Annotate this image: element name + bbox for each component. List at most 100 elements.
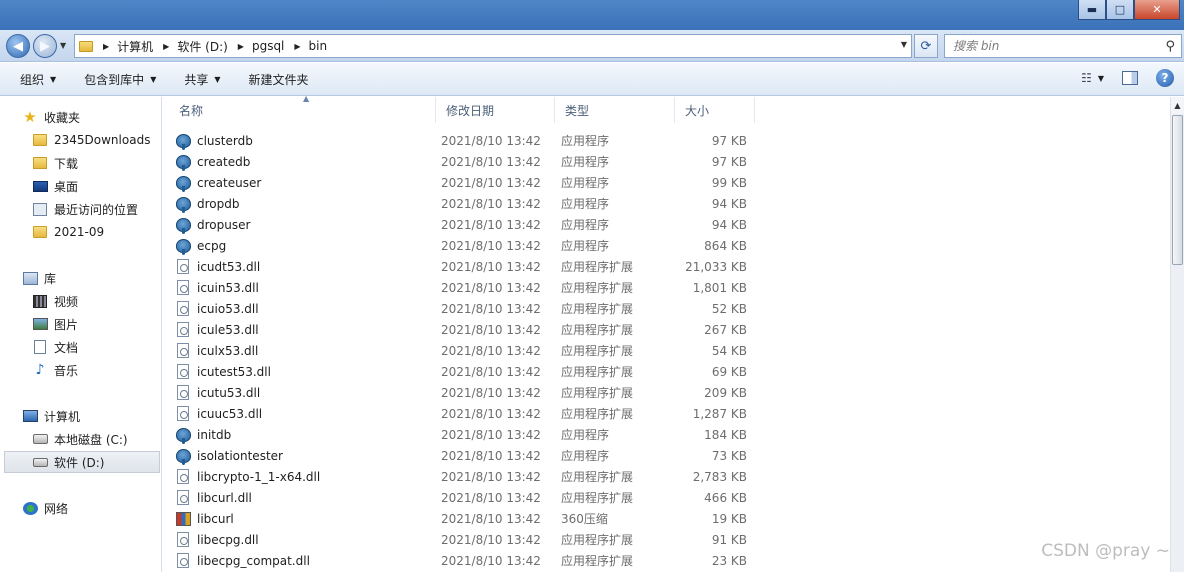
file-name: libcurl.dll — [197, 490, 252, 505]
document-icon — [32, 339, 48, 355]
file-size: 1,287 KB — [692, 406, 747, 421]
chevron-down-icon: ▼ — [214, 74, 221, 84]
file-row[interactable]: dropdb 2021/8/10 13:42 应用程序 94 KB — [175, 193, 755, 214]
file-size: 94 KB — [711, 217, 747, 232]
forward-button[interactable]: ▶ — [33, 34, 57, 58]
file-row[interactable]: libcurl 2021/8/10 13:42 360压缩 19 KB — [175, 508, 755, 529]
dll-icon — [175, 259, 191, 275]
file-row[interactable]: initdb 2021/8/10 13:42 应用程序 184 KB — [175, 424, 755, 445]
file-row[interactable]: icutest53.dll 2021/8/10 13:42 应用程序扩展 69 KB — [175, 361, 755, 382]
nav-favorites[interactable]: ★ 收藏夹 — [22, 106, 182, 128]
file-row[interactable]: icuuc53.dll 2021/8/10 13:42 应用程序扩展 1,287 KB — [175, 403, 755, 424]
share-button[interactable]: 共享 ▼ — [174, 63, 230, 96]
file-row[interactable]: ecpg 2021/8/10 13:42 应用程序 864 KB — [175, 235, 755, 256]
file-row[interactable]: libcurl.dll 2021/8/10 13:42 应用程序扩展 466 KB — [175, 487, 755, 508]
column-header-date[interactable]: 修改日期 — [436, 97, 555, 123]
file-name-cell: icudt53.dll — [175, 259, 260, 275]
file-row[interactable]: icuio53.dll 2021/8/10 13:42 应用程序扩展 52 KB — [175, 298, 755, 319]
search-input[interactable] — [945, 39, 1145, 53]
column-label: 名称 — [179, 103, 204, 118]
help-icon[interactable]: ? — [1156, 69, 1174, 87]
view-options-icon[interactable]: ☷ — [1081, 71, 1092, 85]
file-type: 应用程序 — [561, 239, 610, 253]
file-name: icuin53.dll — [197, 280, 259, 295]
file-row[interactable]: icutu53.dll 2021/8/10 13:42 应用程序扩展 209 KB — [175, 382, 755, 403]
dll-icon — [175, 364, 191, 380]
file-row[interactable]: libecpg_compat.dll 2021/8/10 13:42 应用程序扩展 2… — [175, 550, 755, 571]
toolbar-right: ☷ ▼ ? — [1081, 69, 1174, 87]
recent-pages-dropdown-icon[interactable]: ▼ — [60, 41, 66, 50]
maximize-button[interactable]: □ — [1106, 0, 1134, 20]
refresh-button[interactable]: ⟳ — [914, 34, 938, 58]
chevron-right-icon[interactable]: ▶ — [163, 42, 169, 51]
folder-icon — [32, 224, 48, 240]
file-row[interactable]: dropuser 2021/8/10 13:42 应用程序 94 KB — [175, 214, 755, 235]
file-size: 21,033 KB — [685, 259, 747, 274]
preview-pane-icon[interactable] — [1122, 71, 1138, 85]
close-button[interactable]: ✕ — [1134, 0, 1180, 20]
file-row[interactable]: libcrypto-1_1-x64.dll 2021/8/10 13:42 应用程序… — [175, 466, 755, 487]
vertical-scrollbar[interactable]: ▲ — [1170, 97, 1184, 572]
column-header-type[interactable]: 类型 — [555, 97, 675, 123]
file-type: 应用程序 — [561, 449, 610, 463]
file-date: 2021/8/10 13:42 — [441, 217, 541, 232]
column-header-size[interactable]: 大小 — [675, 97, 755, 123]
elephant-icon — [175, 217, 191, 234]
dll-icon — [175, 280, 191, 296]
file-row[interactable]: createdb 2021/8/10 13:42 应用程序 97 KB — [175, 151, 755, 172]
file-row[interactable]: libecpg.dll 2021/8/10 13:42 应用程序扩展 91 KB — [175, 529, 755, 550]
folder-icon — [32, 132, 48, 148]
breadcrumb-pgsql[interactable]: pgsql — [252, 39, 284, 53]
file-row[interactable]: icule53.dll 2021/8/10 13:42 应用程序扩展 267 KB — [175, 319, 755, 340]
file-row[interactable]: isolationtester 2021/8/10 13:42 应用程序 73 KB — [175, 445, 755, 466]
nav-label: 视频 — [54, 294, 79, 309]
scroll-up-arrow-icon[interactable]: ▲ — [1171, 97, 1184, 114]
file-type: 应用程序扩展 — [561, 281, 634, 295]
file-row[interactable]: createuser 2021/8/10 13:42 应用程序 99 KB — [175, 172, 755, 193]
column-header-name[interactable]: 名称 ▲ — [169, 94, 436, 123]
file-row[interactable]: clusterdb 2021/8/10 13:42 应用程序 97 KB — [175, 130, 755, 151]
file-row[interactable]: icudt53.dll 2021/8/10 13:42 应用程序扩展 21,033 K… — [175, 256, 755, 277]
file-row[interactable]: icuin53.dll 2021/8/10 13:42 应用程序扩展 1,801 KB — [175, 277, 755, 298]
chevron-right-icon[interactable]: ▶ — [238, 42, 244, 51]
nav-computer[interactable]: 计算机 — [22, 405, 182, 427]
elephant-icon — [175, 133, 191, 150]
address-input[interactable]: ▶ 计算机 ▶ 软件 (D:) ▶ pgsql ▶ bin ▼ — [74, 34, 912, 58]
drive-icon — [32, 431, 48, 447]
nav-label: 2021-09 — [54, 225, 105, 239]
download-folder-icon — [32, 155, 48, 171]
chevron-down-icon[interactable]: ▼ — [1098, 74, 1104, 83]
address-history-dropdown-icon[interactable]: ▼ — [901, 40, 907, 49]
nav-network[interactable]: 网络 — [22, 497, 182, 519]
search-box[interactable]: ⚲ — [944, 34, 1182, 58]
scroll-thumb[interactable] — [1172, 115, 1183, 265]
breadcrumb-computer[interactable]: 计算机 — [117, 38, 153, 55]
dll-icon — [175, 553, 191, 569]
nav-libraries[interactable]: 库 — [22, 267, 182, 289]
file-name-cell: dropuser — [175, 217, 250, 234]
nav-item-drive-d[interactable]: 软件 (D:) — [4, 451, 160, 473]
organize-button[interactable]: 组织 ▼ — [10, 63, 66, 96]
file-size: 1,801 KB — [692, 280, 747, 295]
file-type: 应用程序 — [561, 155, 610, 169]
back-button[interactable]: ◀ — [6, 34, 30, 58]
back-arrow-icon: ◀ — [13, 38, 23, 54]
breadcrumb-drive-d[interactable]: 软件 (D:) — [177, 38, 227, 55]
file-date: 2021/8/10 13:42 — [441, 469, 541, 484]
file-date: 2021/8/10 13:42 — [441, 301, 541, 316]
chevron-right-icon[interactable]: ▶ — [103, 42, 109, 51]
forward-arrow-icon: ▶ — [40, 38, 50, 54]
file-size: 184 KB — [704, 427, 747, 442]
include-library-button[interactable]: 包含到库中 ▼ — [74, 63, 166, 96]
search-icon[interactable]: ⚲ — [1165, 39, 1175, 54]
chevron-right-icon[interactable]: ▶ — [294, 42, 300, 51]
minimize-button[interactable]: ▬ — [1078, 0, 1106, 20]
breadcrumb-bin[interactable]: bin — [309, 39, 328, 53]
file-type: 应用程序扩展 — [561, 533, 634, 547]
new-folder-button[interactable]: 新建文件夹 — [239, 63, 319, 96]
watermark: CSDN @pray ~ — [1041, 541, 1170, 561]
archive-icon — [175, 511, 191, 527]
drive-icon — [32, 454, 48, 470]
file-list: 名称 ▲ 修改日期 类型 大小 clusterdb 2021/8/10 13:42… — [163, 94, 1170, 572]
file-row[interactable]: iculx53.dll 2021/8/10 13:42 应用程序扩展 54 KB — [175, 340, 755, 361]
